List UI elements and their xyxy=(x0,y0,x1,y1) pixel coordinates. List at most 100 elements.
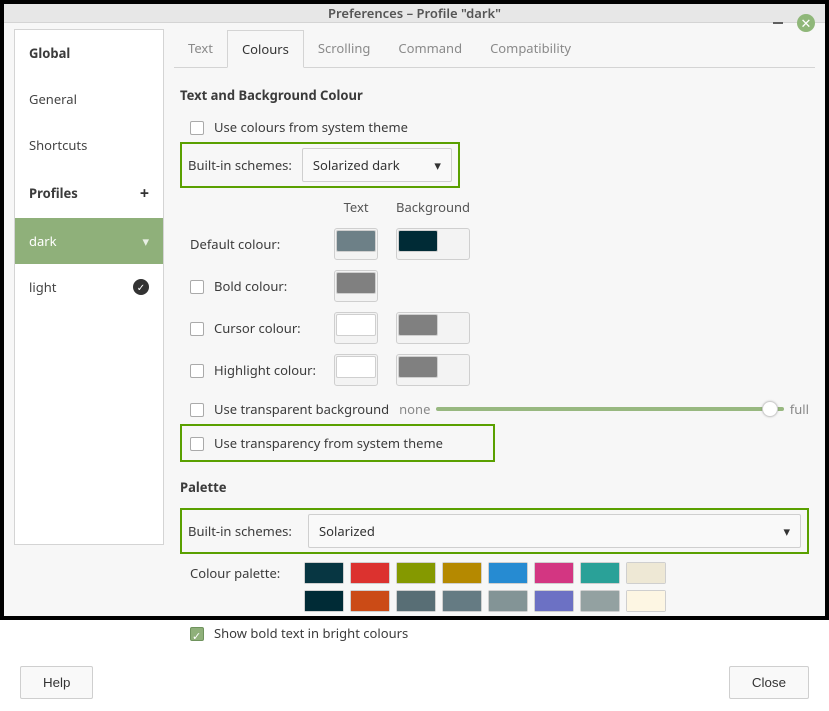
close-button[interactable]: Close xyxy=(729,666,809,699)
palette-cell[interactable] xyxy=(580,562,620,584)
content: Text Colours Scrolling Command Compatibi… xyxy=(174,23,815,654)
palette-cell[interactable] xyxy=(304,590,344,612)
builtin-schemes-label: Built-in schemes: xyxy=(188,154,292,176)
default-text-swatch[interactable] xyxy=(334,228,378,260)
row-transparent-bg: Use transparent background none full xyxy=(180,398,809,420)
palette-swatch xyxy=(489,563,527,583)
sidebar-item-label: dark xyxy=(29,232,57,250)
checkbox-label: Bold colour: xyxy=(214,275,287,297)
tab-label: Colours xyxy=(242,40,289,58)
palette-cell[interactable] xyxy=(534,562,574,584)
close-window-icon[interactable]: ✕ xyxy=(797,14,815,32)
row-transparency-theme: Use transparency from system theme xyxy=(180,424,809,462)
sidebar-section-profiles: Profiles + xyxy=(15,168,163,218)
row-palette: Colour palette: xyxy=(180,562,809,612)
highlight-text-swatch[interactable] xyxy=(334,354,378,386)
palette-swatch xyxy=(305,591,343,611)
titlebar: Preferences – Profile "dark" ✕ xyxy=(4,4,825,23)
tab-label: Scrolling xyxy=(318,39,370,57)
palette-scheme-select[interactable]: Solarized ▾ xyxy=(308,514,801,548)
palette-row-2 xyxy=(304,590,666,612)
palette-cell[interactable] xyxy=(350,562,390,584)
sidebar-item-profile-dark[interactable]: dark ▾ xyxy=(15,218,163,264)
chevron-down-icon[interactable]: ▾ xyxy=(142,232,149,250)
header-background: Background xyxy=(396,196,470,218)
checkbox-label: Cursor colour: xyxy=(214,317,301,339)
palette-swatch xyxy=(351,563,389,583)
checkbox-label: Show bold text in bright colours xyxy=(214,622,408,644)
highlight-bg-swatch[interactable] xyxy=(396,354,470,386)
use-system-theme-checkbox[interactable]: Use colours from system theme xyxy=(190,116,408,138)
sidebar-section-label: Profiles xyxy=(29,184,78,202)
palette-cell[interactable] xyxy=(396,562,436,584)
chevron-down-icon: ▾ xyxy=(783,520,790,542)
builtin-scheme-select[interactable]: Solarized dark ▾ xyxy=(302,148,452,182)
show-bold-checkbox[interactable]: Show bold text in bright colours xyxy=(190,622,408,644)
cursor-colour-checkbox[interactable]: Cursor colour: xyxy=(190,317,316,339)
palette-cell[interactable] xyxy=(396,590,436,612)
add-profile-icon[interactable]: + xyxy=(140,182,149,204)
palette-swatch xyxy=(581,563,619,583)
highlight-box-2: Use transparency from system theme xyxy=(180,424,495,462)
transparency-slider[interactable] xyxy=(436,407,783,411)
row-show-bold: Show bold text in bright colours xyxy=(180,622,809,644)
highlight-colour-checkbox[interactable]: Highlight colour: xyxy=(190,359,316,381)
palette-swatch xyxy=(535,591,573,611)
palette-cell[interactable] xyxy=(488,590,528,612)
default-bg-swatch[interactable] xyxy=(396,228,470,260)
palette-cell[interactable] xyxy=(488,562,528,584)
tab-label: Compatibility xyxy=(490,39,571,57)
palette-cell[interactable] xyxy=(442,590,482,612)
palette-cell[interactable] xyxy=(304,562,344,584)
window-title: Preferences – Profile "dark" xyxy=(328,4,501,22)
palette-swatch xyxy=(443,563,481,583)
bold-text-swatch[interactable] xyxy=(334,270,378,302)
palette-cell[interactable] xyxy=(580,590,620,612)
tab-colours[interactable]: Colours xyxy=(227,30,304,68)
palette-cell[interactable] xyxy=(350,590,390,612)
checkbox-label: Use transparent background xyxy=(214,398,389,420)
tab-text[interactable]: Text xyxy=(174,30,227,68)
section-title-text-bg: Text and Background Colour xyxy=(180,86,809,104)
checkbox-icon xyxy=(190,403,204,417)
palette-swatch xyxy=(351,591,389,611)
select-value: Solarized dark xyxy=(313,154,400,176)
palette-cell[interactable] xyxy=(442,562,482,584)
sidebar-item-label: Shortcuts xyxy=(29,136,87,154)
palette-cell[interactable] xyxy=(626,590,666,612)
tab-command[interactable]: Command xyxy=(384,30,476,68)
palette-row-1 xyxy=(304,562,666,584)
default-colour-label: Default colour: xyxy=(190,233,316,255)
palette-cell[interactable] xyxy=(534,590,574,612)
checkbox-icon xyxy=(190,364,204,378)
tab-compatibility[interactable]: Compatibility xyxy=(476,30,585,68)
checkbox-label: Use colours from system theme xyxy=(214,116,408,138)
minimize-icon[interactable] xyxy=(769,14,787,32)
slider-max-label: full xyxy=(790,398,809,420)
transparency-theme-checkbox[interactable]: Use transparency from system theme xyxy=(190,432,443,454)
colour-grid-row: Text Background Default colour: Bold col… xyxy=(180,192,809,394)
slider-thumb[interactable] xyxy=(762,401,778,417)
tabs: Text Colours Scrolling Command Compatibi… xyxy=(174,29,815,68)
row-builtin-schemes-1: Built-in schemes: Solarized dark ▾ xyxy=(180,142,809,188)
help-button[interactable]: Help xyxy=(20,666,93,699)
sidebar-item-general[interactable]: General xyxy=(15,76,163,122)
colour-grid: Text Background Default colour: Bold col… xyxy=(190,196,470,386)
sidebar: Global General Shortcuts Profiles + dark… xyxy=(14,29,164,545)
cursor-bg-swatch[interactable] xyxy=(396,312,470,344)
sidebar-item-shortcuts[interactable]: Shortcuts xyxy=(15,122,163,168)
cursor-text-swatch[interactable] xyxy=(334,312,378,344)
sidebar-item-label: General xyxy=(29,90,77,108)
bold-colour-checkbox[interactable]: Bold colour: xyxy=(190,275,316,297)
transparent-bg-checkbox[interactable]: Use transparent background xyxy=(190,398,389,420)
header-text: Text xyxy=(334,196,378,218)
window-buttons: ✕ xyxy=(769,14,815,32)
palette-swatch xyxy=(535,563,573,583)
row-builtin-schemes-2: Built-in schemes: Solarized ▾ xyxy=(180,508,809,554)
checkbox-icon xyxy=(190,280,204,294)
checkbox-icon xyxy=(190,627,204,641)
sidebar-item-profile-light[interactable]: light ✓ xyxy=(15,264,163,310)
tab-scrolling[interactable]: Scrolling xyxy=(304,30,384,68)
palette-cell[interactable] xyxy=(626,562,666,584)
checkbox-icon xyxy=(190,121,204,135)
